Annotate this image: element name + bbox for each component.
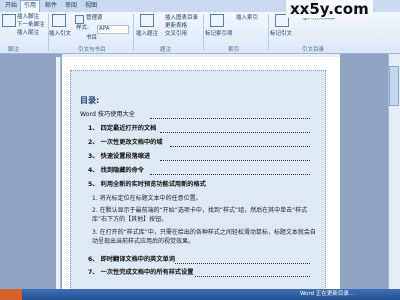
group-separator	[203, 14, 204, 51]
tab-home[interactable]: 开始	[2, 1, 20, 11]
group-captions-label: 题注	[160, 47, 172, 53]
insert-citation-icon[interactable]	[52, 14, 66, 27]
manage-sources-button[interactable]: 管理源	[86, 15, 103, 22]
tab-view[interactable]: 视图	[82, 1, 100, 11]
toc-item: 6、 即时翻译文档中的英文单词	[88, 256, 175, 263]
toc-item: 2、 一次性更改文档中的域	[88, 139, 163, 146]
group-authorities-label: 引文目录	[302, 47, 325, 53]
update-table-button[interactable]: 更新表格	[165, 23, 187, 30]
insert-table-of-figures-button[interactable]: 插入图表目录	[165, 15, 198, 22]
toc-item: 1、 四定最近打开的文档	[88, 125, 157, 132]
toc-leader	[160, 132, 310, 134]
insert-caption-button[interactable]: 插入题注	[136, 31, 158, 38]
group-separator	[133, 14, 134, 51]
body-paragraph: 1. 将光标定位在标题文本中的任意位置。	[92, 195, 202, 202]
start-button[interactable]	[0, 289, 22, 300]
group-separator	[268, 14, 269, 51]
vertical-ruler[interactable]	[56, 57, 61, 292]
toc-title: Word 技巧使用大全	[80, 111, 135, 118]
ribbon-panel: 插入脚注 下一条脚注 插入尾注 脚注 插入引文 管理源 样式: APA 书目 引…	[0, 12, 400, 54]
insert-footnote-button[interactable]: 插入脚注	[17, 14, 39, 21]
body-paragraph: 3. 在打开的“样式库”中，只需在给出的各种样式之间轻松滑动鼠标，标题文本就会自…	[92, 229, 316, 245]
mark-entry-button[interactable]: 标记索引项	[205, 31, 233, 38]
insert-caption-icon[interactable]	[140, 14, 154, 27]
next-footnote-button[interactable]: 下一条脚注	[17, 22, 45, 29]
insert-endnote-button[interactable]: 插入尾注	[17, 30, 39, 37]
tab-mailings[interactable]: 邮件	[42, 1, 60, 11]
style-label: 样式:	[76, 25, 89, 31]
insert-index-button[interactable]: 插入索引	[236, 15, 258, 22]
mark-entry-icon[interactable]	[210, 14, 224, 27]
style-dropdown[interactable]: APA	[97, 25, 129, 34]
toc-item: 4、 找到隐藏的命令	[88, 167, 144, 174]
toc-leader	[175, 263, 310, 265]
manage-sources-icon	[75, 15, 84, 24]
body-paragraph: 2. 在默认显示于最前端的“开始”选项卡中，找到“样式”组，然后在其中单击“样式…	[92, 207, 308, 223]
toc-heading: 目录:	[80, 96, 100, 105]
bibliography-button[interactable]: 书目	[86, 35, 97, 42]
toc-item: 7、 一次性完成文档中的所有样式设置	[88, 269, 194, 276]
group-footnotes-label: 脚注	[8, 47, 20, 53]
toc-leader	[160, 160, 310, 162]
toc-leader	[150, 118, 310, 120]
toc-leader	[150, 174, 310, 176]
group-index-label: 索引	[228, 47, 240, 53]
toc-item: 3、 快速设置段落缩进	[88, 153, 151, 160]
tab-review[interactable]: 审阅	[62, 1, 80, 11]
cross-reference-button[interactable]: 交叉引用	[165, 31, 187, 38]
toc-leader	[170, 146, 310, 148]
watermark-text: xx5y.com	[286, 0, 373, 18]
mark-citation-button[interactable]: 标记引文	[270, 31, 292, 38]
insert-citation-button[interactable]: 插入引文	[49, 31, 71, 38]
status-text: Word 正在更新目录...	[300, 291, 355, 297]
group-citations-label: 引文与书目	[78, 47, 106, 53]
toc-item: 5、 利用全新的实时预览功能试用新的格式	[88, 181, 206, 188]
insert-footnote-icon[interactable]	[2, 14, 16, 27]
toc-leader	[195, 276, 310, 278]
scrollbar-thumb[interactable]	[389, 66, 399, 106]
